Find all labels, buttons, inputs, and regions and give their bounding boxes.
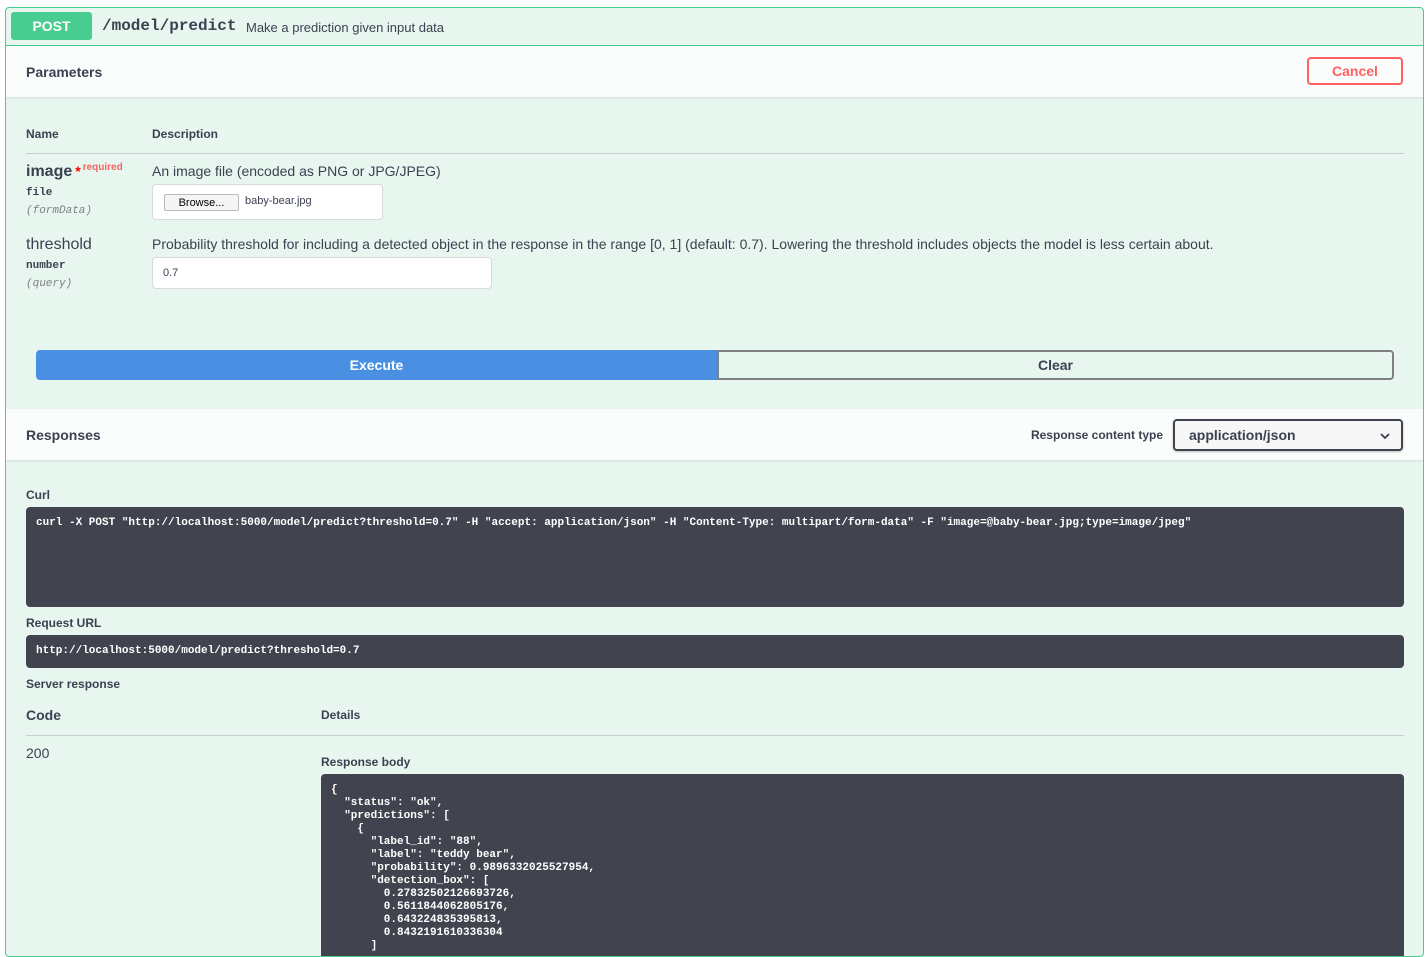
chevron-down-icon [1380,433,1390,440]
selected-file-name: baby-bear.jpg [245,195,312,207]
execute-button[interactable]: Execute [36,350,717,380]
param-col-description: Description [152,127,219,141]
threshold-input[interactable] [152,257,492,289]
operation-summary[interactable]: POST /model/predict Make a prediction gi… [6,8,1423,46]
content-type-value: application/json [1189,427,1296,443]
required-star: * [75,163,81,179]
response-col-details: Details [321,708,361,722]
param-threshold-name: threshold [26,236,92,253]
param-table-divider [26,153,1404,154]
required-label: required [82,162,123,173]
param-image-in: (formData) [26,205,93,217]
image-file-input[interactable]: Browse... baby-bear.jpg [152,184,383,220]
param-image-type: file [26,187,53,199]
clear-button[interactable]: Clear [717,350,1394,380]
response-content-type-label: Response content type [1030,428,1163,442]
parameters-title: Parameters [26,64,103,80]
responses-title: Responses [26,427,101,443]
param-image-label: image [26,163,73,180]
server-response-label: Server response [26,677,121,691]
responses-header: Responses Response content type applicat… [6,409,1423,460]
operation-path: /model/predict [102,17,237,35]
curl-command-block[interactable]: curl -X POST "http://localhost:5000/mode… [26,507,1404,607]
request-url-block[interactable]: http://localhost:5000/model/predict?thre… [26,635,1404,668]
response-body-label: Response body [321,755,411,769]
response-content-type-select[interactable]: application/json [1173,419,1403,451]
param-image-name: image * required [26,162,123,181]
curl-label: Curl [26,488,50,502]
param-threshold-type: number [26,260,66,272]
response-body-block[interactable]: { "status": "ok", "predictions": [ { "la… [321,774,1404,956]
param-image-description: An image file (encoded as PNG or JPG/JPE… [152,163,441,179]
param-threshold-in: (query) [26,278,73,290]
cancel-button[interactable]: Cancel [1307,57,1403,85]
operation-summary-description: Make a prediction given input data [246,20,445,35]
response-table-divider [26,735,1404,736]
parameters-header: Parameters Cancel [6,46,1423,97]
response-status-code: 200 [26,745,50,761]
browse-button[interactable]: Browse... [164,194,239,211]
request-url-label: Request URL [26,616,102,630]
param-col-name: Name [26,127,59,141]
operation-block: POST /model/predict Make a prediction gi… [5,7,1424,957]
param-threshold-description: Probability threshold for including a de… [152,236,1214,252]
http-method-badge: POST [11,12,92,40]
response-col-code: Code [26,707,61,723]
